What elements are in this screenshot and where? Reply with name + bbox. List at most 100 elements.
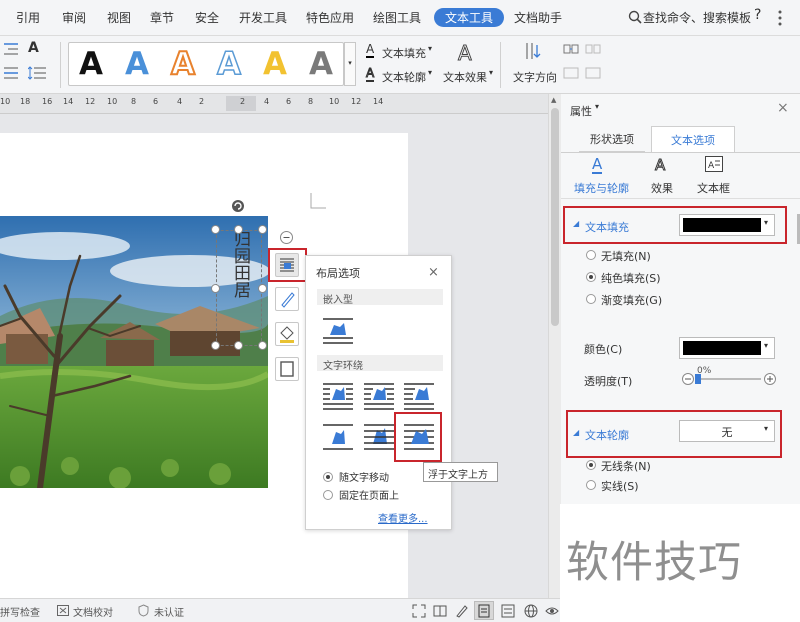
text-direction-button[interactable]: 文字方向 [513,69,557,85]
menu-view[interactable]: 视图 [107,9,131,26]
search-icon[interactable] [628,10,642,24]
fill-outline-icon[interactable]: A [592,156,603,174]
textbox-icon[interactable]: A [705,156,723,172]
scroll-up-icon[interactable]: ▲ [551,96,556,104]
wrap-square-icon[interactable] [322,381,354,411]
resize-handle[interactable] [211,225,220,234]
border-button[interactable] [275,357,299,381]
reading-mode-icon[interactable] [433,604,447,618]
text-effect-button[interactable]: 文本效果 [443,69,487,85]
menu-security[interactable]: 安全 [195,9,219,26]
style-blue[interactable]: A [125,45,149,83]
eye-protection-icon[interactable] [545,604,559,618]
gallery-more-icon[interactable]: ▾ [344,42,356,86]
text-effect-icon[interactable]: A [458,41,473,66]
fix-on-page-radio[interactable] [323,490,333,500]
text-fill-button[interactable]: 文本填充 [382,45,426,61]
outline-view-icon[interactable] [501,604,515,618]
pen-mode-icon[interactable] [455,604,469,618]
textbox-prev-icon[interactable] [563,66,579,80]
effects-icon[interactable]: A [654,156,665,175]
solid-line-radio[interactable] [586,480,596,490]
no-fill-label[interactable]: 无填充(N) [601,248,651,264]
menu-text-tools[interactable]: 文本工具 [434,8,505,27]
see-more-link[interactable]: 查看更多... [378,510,428,525]
solid-fill-label[interactable]: 纯色填充(S) [601,270,661,286]
menu-features[interactable]: 特色应用 [306,9,354,26]
no-line-radio[interactable] [586,460,596,470]
rotate-handle-icon[interactable] [231,199,245,213]
transparency-slider[interactable] [697,378,761,380]
subtab-effects[interactable]: 效果 [651,180,673,196]
scroll-thumb[interactable] [551,108,559,326]
doc-proofread[interactable]: 文档校对 [73,604,113,619]
indent-icon[interactable] [4,42,20,56]
more-options-icon[interactable] [778,10,782,26]
resize-handle[interactable] [234,341,243,350]
style-blue-outline[interactable]: A [216,45,242,83]
menu-references[interactable]: 引用 [16,9,40,26]
search-command[interactable]: 查找命令、搜索模板 [643,9,751,26]
align-icon[interactable] [4,66,20,80]
wrap-behind-text-icon[interactable] [363,422,395,452]
wrap-through-icon[interactable] [403,381,435,411]
tab-shape-options[interactable]: 形状选项 [579,126,645,152]
text-fill-icon[interactable]: A [366,43,375,58]
panel-close-icon[interactable]: × [777,100,789,116]
style-gray[interactable]: A [309,45,333,83]
spell-check[interactable]: 拼写检查 [0,604,40,619]
gradient-fill-label[interactable]: 渐变填充(G) [601,292,662,308]
subtab-fill-outline[interactable]: 填充与轮廓 [574,180,629,196]
textbox-link-icon[interactable] [563,42,579,56]
page-view-icon[interactable] [477,604,491,618]
resize-handle[interactable] [258,284,267,293]
fill-bucket-button[interactable] [275,322,299,346]
vertical-text[interactable]: 归园田居 [226,230,250,298]
text-outline-icon[interactable]: A [365,66,375,82]
menu-developer[interactable]: 开发工具 [239,9,287,26]
resize-handle[interactable] [258,225,267,234]
line-spacing-icon[interactable] [28,66,48,80]
resize-handle[interactable] [211,341,220,350]
fix-on-page-label[interactable]: 固定在页面上 [339,487,399,502]
close-icon[interactable]: × [428,265,439,280]
solid-line-label[interactable]: 实线(S) [601,478,639,494]
wrap-tight-icon[interactable] [363,381,395,411]
style-yellow[interactable]: A [263,45,287,83]
decrease-icon[interactable] [682,373,694,385]
textbox-unlink-icon[interactable] [585,42,601,56]
color-dropdown[interactable]: ▾ [679,337,775,359]
increase-icon[interactable] [764,373,776,385]
wrap-top-bottom-icon[interactable] [322,422,354,452]
move-with-text-radio[interactable] [323,472,333,482]
resize-handle[interactable] [234,225,243,234]
resize-handle[interactable] [211,284,220,293]
text-outline-button[interactable]: 文本轮廓 [382,69,426,85]
web-view-icon[interactable] [524,604,538,618]
menu-chapter[interactable]: 章节 [150,9,174,26]
horizontal-ruler[interactable]: 10 18 16 14 12 10 8 6 4 2 2 4 6 8 10 12 … [0,94,548,114]
collapse-icon[interactable] [280,231,293,244]
move-with-text-label[interactable]: 随文字移动 [339,469,389,484]
menu-review[interactable]: 审阅 [62,9,86,26]
pen-button[interactable] [275,287,299,311]
menu-drawing-tools[interactable]: 绘图工具 [373,9,421,26]
textbox-next-icon[interactable] [585,66,601,80]
menu-doc-assistant[interactable]: 文档助手 [514,9,562,26]
slider-thumb[interactable] [695,374,701,384]
no-fill-radio[interactable] [586,250,596,260]
tab-text-options[interactable]: 文本选项 [651,126,735,152]
no-line-label[interactable]: 无线条(N) [601,458,651,474]
style-orange-outline[interactable]: A [170,45,196,83]
style-black[interactable]: A [79,45,103,83]
inline-icon[interactable] [322,316,354,346]
fullscreen-icon[interactable] [412,604,426,618]
help-icon[interactable]: ? [754,7,761,23]
char-style-icon[interactable]: A [28,40,39,56]
text-direction-icon[interactable] [525,43,545,65]
not-certified[interactable]: 未认证 [154,604,184,619]
subtab-textbox[interactable]: 文本框 [697,180,730,196]
solid-fill-radio[interactable] [586,272,596,282]
gradient-fill-radio[interactable] [586,294,596,304]
resize-handle[interactable] [258,341,267,350]
